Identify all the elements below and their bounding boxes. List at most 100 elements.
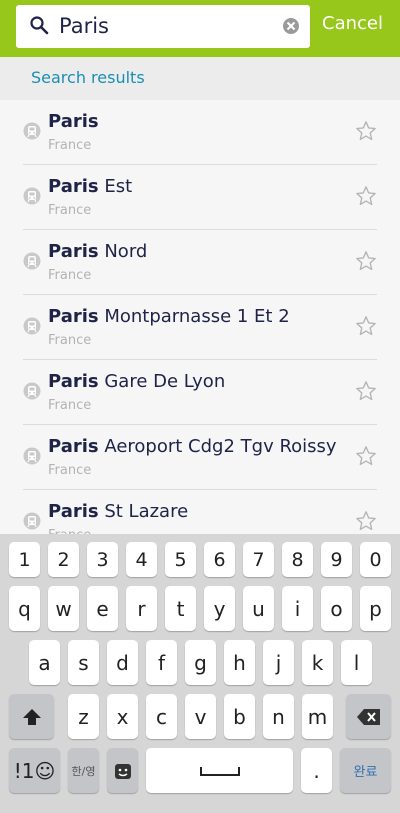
key-r[interactable]: r	[126, 586, 157, 631]
star-icon[interactable]	[355, 315, 377, 337]
key-v-label: v	[194, 704, 207, 729]
key-d[interactable]: d	[107, 640, 138, 685]
result-name: Paris Nord	[48, 241, 147, 262]
result-row[interactable]: Paris Montparnasse 1 Et 2 France	[0, 295, 400, 360]
done-key[interactable]: 완료	[340, 748, 391, 793]
star-icon[interactable]	[355, 380, 377, 402]
result-country: France	[48, 333, 92, 348]
key-z[interactable]: z	[68, 694, 99, 739]
key-n[interactable]: n	[263, 694, 294, 739]
key-6[interactable]: 6	[204, 542, 235, 577]
key-h-label: h	[233, 650, 246, 675]
key-g-label: g	[194, 650, 207, 675]
result-name-rest: Aeroport Cdg2 Tgv Roissy	[98, 436, 337, 457]
key-w[interactable]: w	[48, 586, 79, 631]
key-h[interactable]: h	[224, 640, 255, 685]
result-name-match: Paris	[48, 371, 99, 392]
key-f[interactable]: f	[146, 640, 177, 685]
key-p-label: p	[369, 596, 382, 621]
result-name-match: Paris	[48, 111, 99, 132]
search-input[interactable]: Paris	[59, 14, 109, 38]
result-row[interactable]: Paris Gare De Lyon France	[0, 360, 400, 425]
result-row[interactable]: Paris France	[0, 100, 400, 165]
key-p[interactable]: p	[360, 586, 391, 631]
result-name-match: Paris	[48, 501, 99, 522]
star-icon[interactable]	[355, 185, 377, 207]
key-l[interactable]: l	[341, 640, 372, 685]
key-k-label: k	[311, 650, 324, 675]
key-3[interactable]: 3	[87, 542, 118, 577]
key-8[interactable]: 8	[282, 542, 313, 577]
key-c[interactable]: c	[146, 694, 177, 739]
star-icon[interactable]	[355, 510, 377, 532]
result-country: France	[48, 398, 92, 413]
period-key-label: .	[313, 758, 320, 783]
train-station-icon	[23, 512, 41, 530]
result-row[interactable]: Paris St LazareFrance	[0, 490, 400, 534]
key-j-label: j	[275, 650, 282, 675]
key-v[interactable]: v	[185, 694, 216, 739]
star-icon[interactable]	[355, 120, 377, 142]
backspace-key[interactable]	[346, 694, 391, 739]
key-1[interactable]: 1	[9, 542, 40, 577]
shift-icon	[22, 708, 41, 725]
done-key-label: 완료	[353, 765, 378, 780]
shift-key[interactable]	[9, 694, 54, 739]
key-w-label: w	[55, 596, 72, 621]
key-m[interactable]: m	[302, 694, 333, 739]
result-row[interactable]: Paris Nord France	[0, 230, 400, 295]
key-1-label: 1	[18, 548, 31, 571]
period-key[interactable]: .	[301, 748, 332, 793]
result-row[interactable]: Paris Aeroport Cdg2 Tgv Roissy France	[0, 425, 400, 490]
result-name-match: Paris	[48, 306, 99, 327]
key-9-label: 9	[330, 548, 343, 571]
key-5[interactable]: 5	[165, 542, 196, 577]
key-y[interactable]: y	[204, 586, 235, 631]
key-x[interactable]: x	[107, 694, 138, 739]
emoji-icon	[114, 763, 131, 779]
key-q[interactable]: q	[9, 586, 40, 631]
key-a[interactable]: a	[29, 640, 60, 685]
space-icon	[199, 766, 240, 776]
key-0-label: 0	[369, 548, 382, 571]
key-u[interactable]: u	[243, 586, 274, 631]
train-station-icon	[23, 447, 41, 465]
cancel-button[interactable]: Cancel	[322, 13, 383, 34]
key-d-label: d	[116, 650, 129, 675]
key-j[interactable]: j	[263, 640, 294, 685]
key-3-label: 3	[96, 548, 109, 571]
key-a-label: a	[38, 650, 51, 675]
key-i[interactable]: i	[282, 586, 313, 631]
key-7[interactable]: 7	[243, 542, 274, 577]
key-s[interactable]: s	[68, 640, 99, 685]
key-m-label: m	[307, 704, 328, 729]
result-name-match: Paris	[48, 176, 99, 197]
clear-icon[interactable]	[282, 17, 300, 35]
key-f-label: f	[157, 650, 166, 675]
result-name: Paris Aeroport Cdg2 Tgv Roissy	[48, 436, 337, 457]
symbols-key[interactable]: !1☺	[9, 748, 60, 793]
key-e[interactable]: e	[87, 586, 118, 631]
result-name: Paris	[48, 111, 99, 132]
key-b-label: b	[233, 704, 246, 729]
key-o[interactable]: o	[321, 586, 352, 631]
key-9[interactable]: 9	[321, 542, 352, 577]
key-g[interactable]: g	[185, 640, 216, 685]
key-t[interactable]: t	[165, 586, 196, 631]
key-k[interactable]: k	[302, 640, 333, 685]
key-4[interactable]: 4	[126, 542, 157, 577]
space-key[interactable]	[146, 748, 293, 793]
language-key[interactable]: 한/영	[68, 748, 99, 793]
emoji-key[interactable]	[107, 748, 138, 793]
star-icon[interactable]	[355, 445, 377, 467]
key-b[interactable]: b	[224, 694, 255, 739]
star-icon[interactable]	[355, 250, 377, 272]
result-row[interactable]: Paris Est France	[0, 165, 400, 230]
key-0[interactable]: 0	[360, 542, 391, 577]
search-field[interactable]: Paris	[16, 5, 310, 48]
result-country: France	[48, 138, 92, 153]
language-key-label: 한/영	[71, 764, 96, 778]
key-2[interactable]: 2	[48, 542, 79, 577]
key-x-label: x	[116, 704, 129, 729]
train-station-icon	[23, 122, 41, 140]
